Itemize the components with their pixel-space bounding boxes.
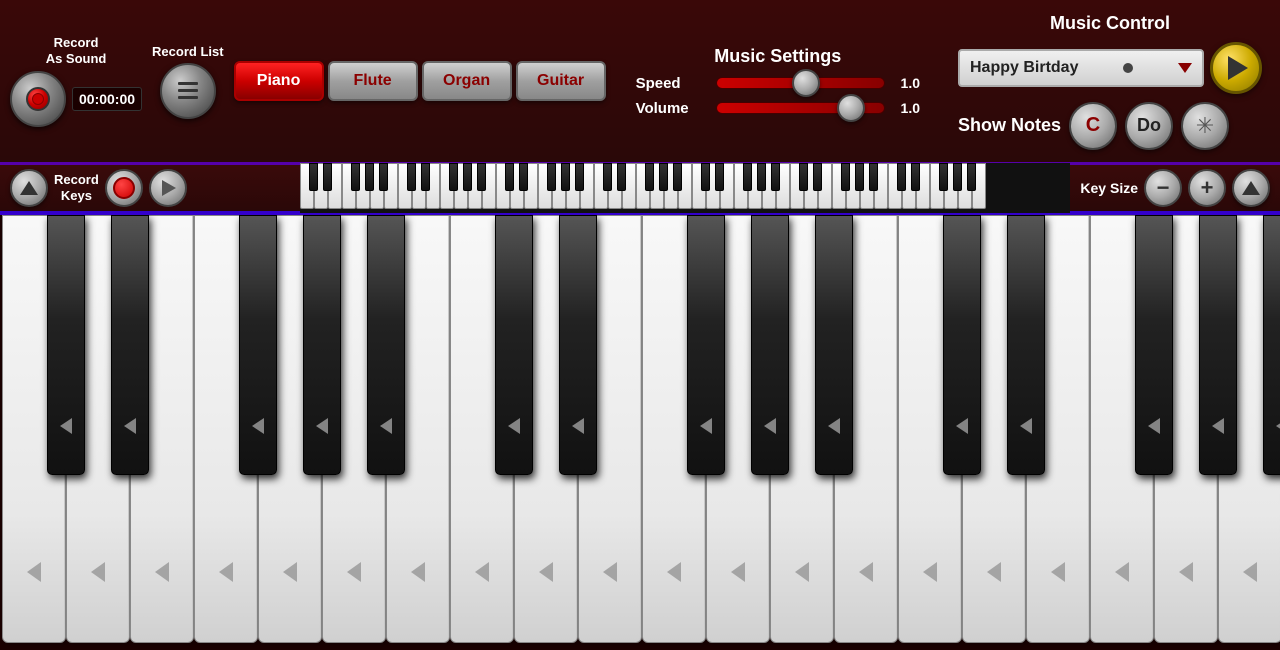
instrument-buttons: Piano Flute Organ Guitar <box>234 59 606 103</box>
volume-thumb[interactable] <box>837 94 865 122</box>
timer-display: 00:00:00 <box>72 87 142 111</box>
black-key[interactable] <box>303 215 341 475</box>
play-small-icon <box>162 180 176 196</box>
black-key[interactable] <box>495 215 533 475</box>
show-notes-label: Show Notes <box>958 115 1061 136</box>
dropdown-arrow-icon <box>1178 63 1192 73</box>
key-size-section: Key Size − + <box>1070 169 1280 207</box>
speed-track[interactable] <box>716 77 885 89</box>
black-key[interactable] <box>111 215 149 475</box>
black-key[interactable] <box>1263 215 1280 475</box>
record-list-label: Record List <box>152 44 224 59</box>
volume-track[interactable] <box>716 102 885 114</box>
show-notes-row: Show Notes C Do ✳ <box>958 102 1262 150</box>
record-sound-button[interactable] <box>10 71 66 127</box>
music-control-section: Music Control Happy Birtday Show Notes C… <box>950 5 1270 158</box>
record-keys-label: Record Keys <box>54 172 99 203</box>
volume-label: Volume <box>636 100 706 117</box>
speed-slider-row: Speed 1.0 <box>636 75 920 92</box>
song-selector[interactable]: Happy Birtday <box>958 49 1204 87</box>
record-keys-record-button[interactable] <box>105 169 143 207</box>
record-as-sound-section: Record As Sound 00:00:00 <box>10 35 142 126</box>
black-key[interactable] <box>751 215 789 475</box>
note-do-button[interactable]: Do <box>1125 102 1173 150</box>
play-triangle-icon <box>1228 56 1248 80</box>
record-keys-play-button[interactable] <box>149 169 187 207</box>
piano-section <box>0 215 1280 650</box>
note-sun-button[interactable]: ✳ <box>1181 102 1229 150</box>
up-triangle-icon-2 <box>1242 181 1260 195</box>
key-size-up-button[interactable] <box>1232 169 1270 207</box>
black-key[interactable] <box>815 215 853 475</box>
volume-slider-row: Volume 1.0 <box>636 100 920 117</box>
record-sound-label: Record As Sound <box>46 35 107 66</box>
black-key[interactable] <box>687 215 725 475</box>
black-key[interactable] <box>47 215 85 475</box>
mini-keyboard <box>300 163 1070 213</box>
record-keys-section: Record Keys <box>0 169 300 207</box>
black-key[interactable] <box>239 215 277 475</box>
record-list-button[interactable] <box>160 63 216 119</box>
speed-value: 1.0 <box>895 75 920 91</box>
song-dot <box>1123 63 1133 73</box>
song-name: Happy Birtday <box>970 59 1078 77</box>
speed-label: Speed <box>636 75 706 92</box>
volume-value: 1.0 <box>895 100 920 116</box>
black-key[interactable] <box>1199 215 1237 475</box>
record-list-section: Record List <box>152 44 224 119</box>
black-key[interactable] <box>559 215 597 475</box>
key-size-label: Key Size <box>1080 180 1138 196</box>
key-size-decrease-button[interactable]: − <box>1144 169 1182 207</box>
black-key[interactable] <box>1135 215 1173 475</box>
guitar-button[interactable]: Guitar <box>516 61 606 101</box>
music-control-title: Music Control <box>1050 13 1170 34</box>
speed-thumb[interactable] <box>792 69 820 97</box>
list-icon <box>178 82 198 99</box>
record-btn-group: 00:00:00 <box>10 71 142 127</box>
music-settings-title: Music Settings <box>714 46 841 67</box>
black-key[interactable] <box>943 215 981 475</box>
record-circle-icon <box>113 177 135 199</box>
top-bar: Record As Sound 00:00:00 Record List Pia… <box>0 0 1280 165</box>
up-triangle-icon <box>20 181 38 195</box>
black-key[interactable] <box>367 215 405 475</box>
black-key[interactable] <box>1007 215 1045 475</box>
key-size-increase-button[interactable]: + <box>1188 169 1226 207</box>
middle-bar: Record Keys Key Size − + <box>0 165 1280 215</box>
organ-button[interactable]: Organ <box>422 61 512 101</box>
song-row: Happy Birtday <box>958 42 1262 94</box>
play-button[interactable] <box>1210 42 1262 94</box>
piano-button[interactable]: Piano <box>234 61 324 101</box>
music-settings-section: Music Settings Speed 1.0 Volume 1.0 <box>616 36 940 127</box>
record-keys-up-button[interactable] <box>10 169 48 207</box>
note-c-button[interactable]: C <box>1069 102 1117 150</box>
flute-button[interactable]: Flute <box>328 61 418 101</box>
